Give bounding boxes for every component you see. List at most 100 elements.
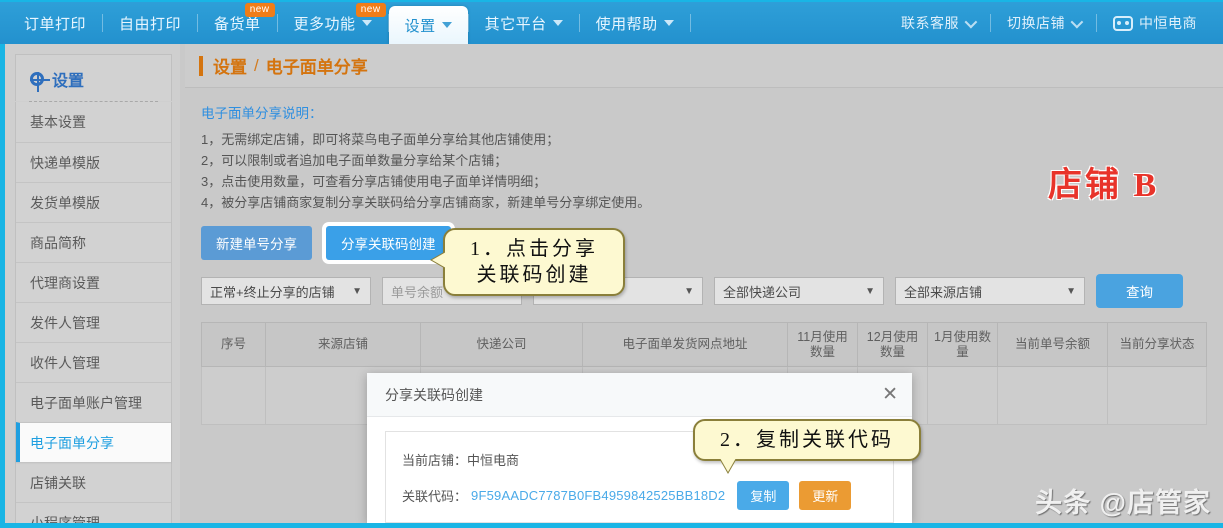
shop-icon (1113, 15, 1133, 31)
callout-step-1-line-1: 1．点击分享 (470, 238, 598, 260)
watermark-brand: 头条 @店管家 (1035, 488, 1211, 518)
table-header-row: 序号 来源店铺 快递公司 电子面单发货网点地址 11月使用数量 12月使用数量 … (201, 322, 1207, 367)
chevron-down-icon (1070, 15, 1084, 28)
breadcrumb-parent[interactable]: 设置 (213, 53, 247, 78)
sidebar-item-receiver-management[interactable]: 收件人管理 (16, 342, 171, 382)
modal-title: 分享关联码创建 (385, 386, 483, 403)
sidebar-header-label: 设置 (52, 73, 85, 90)
chevron-down-icon (964, 15, 978, 28)
table-col-jan-usage[interactable]: 1月使用数量 (927, 322, 998, 367)
close-icon[interactable]: ✕ (882, 385, 898, 404)
gear-icon (30, 72, 50, 92)
breadcrumb-separator: / (254, 55, 259, 75)
app-root: 订单打印 自由打印 备货单 new 更多功能 new 设置 其它平台 使用帮助 … (0, 0, 1223, 528)
association-code-label: 关联代码： (402, 488, 468, 504)
nav-item-label: 自由打印 (119, 15, 182, 33)
nav-item-help[interactable]: 使用帮助 (580, 2, 690, 44)
source-shop-select-value: 全部来源店铺 (904, 284, 983, 300)
sidebar-item-agent-settings[interactable]: 代理商设置 (16, 262, 171, 302)
table-col-share-status[interactable]: 当前分享状态 (1107, 322, 1207, 367)
nav-item-switch-shop[interactable]: 切换店铺 (991, 2, 1096, 44)
watermark-shop-label: 店铺 B (1048, 167, 1160, 204)
nav-item-label: 中恒电商 (1139, 15, 1197, 31)
sidebar-item-shop-association[interactable]: 店铺关联 (16, 462, 171, 502)
callout-step-1-line-2: 关联码创建 (476, 264, 592, 286)
sidebar-menu: 基本设置 快递单模版 发货单模版 商品简称 代理商设置 发件人管理 收件人管理 … (15, 102, 172, 528)
filter-row: 正常+终止分享的店铺 ▼ 单号余额 ▼ 全部快递公司 ▼ 全部来源店铺 ▼ 查询 (201, 274, 1207, 308)
new-badge: new (244, 3, 275, 17)
nav-item-contact-support[interactable]: 联系客服 (885, 2, 990, 44)
table-col-index[interactable]: 序号 (201, 322, 266, 367)
action-button-row: 新建单号分享 分享关联码创建 (201, 226, 1207, 260)
breadcrumb-accent-bar (199, 55, 203, 76)
help-title: 电子面单分享说明： (201, 106, 323, 121)
nav-item-other-platforms[interactable]: 其它平台 (469, 2, 579, 44)
chevron-down-icon: ▼ (865, 285, 875, 297)
nav-item-label: 设置 (404, 17, 436, 35)
current-shop-label: 当前店铺： (402, 452, 468, 468)
sidebar-item-basic-settings[interactable]: 基本设置 (16, 102, 171, 142)
balance-input-placeholder: 单号余额 (391, 284, 444, 300)
nav-separator (689, 14, 691, 32)
nav-item-label: 切换店铺 (1007, 15, 1065, 31)
breadcrumb: 设置 / 电子面单分享 (185, 44, 1223, 88)
association-code-value[interactable]: 9F59AADC7787B0FB4959842525BB18D2 (471, 488, 725, 503)
sidebar-item-ewaybill-share[interactable]: 电子面单分享 (16, 422, 171, 462)
sidebar-item-label: 发件人管理 (30, 314, 100, 331)
copy-button[interactable]: 复制 (737, 480, 790, 510)
sidebar-item-product-alias[interactable]: 商品简称 (16, 222, 171, 262)
nav-item-more-features[interactable]: 更多功能 new (278, 2, 388, 44)
chevron-down-icon (663, 20, 674, 26)
sidebar-item-ewaybill-account[interactable]: 电子面单账户管理 (16, 382, 171, 422)
top-navigation-bar: 订单打印 自由打印 备货单 new 更多功能 new 设置 其它平台 使用帮助 … (0, 0, 1223, 44)
table-header: 序号 来源店铺 快递公司 电子面单发货网点地址 11月使用数量 12月使用数量 … (201, 322, 1207, 367)
sidebar-item-express-template[interactable]: 快递单模版 (16, 142, 171, 182)
table-col-source-shop[interactable]: 来源店铺 (265, 322, 421, 367)
nav-item-label: 联系客服 (901, 15, 959, 31)
sidebar-item-label: 快递单模版 (30, 154, 100, 171)
nav-left-group: 订单打印 自由打印 备货单 new 更多功能 new 设置 其它平台 使用帮助 (0, 2, 691, 44)
sidebar-item-delivery-template[interactable]: 发货单模版 (16, 182, 171, 222)
callout-step-1: 1．点击分享 关联码创建 (443, 228, 625, 296)
nav-item-label: 订单打印 (24, 15, 87, 33)
sidebar-item-label: 电子面单账户管理 (30, 394, 142, 411)
nav-item-free-print[interactable]: 自由打印 (103, 2, 197, 44)
nav-item-order-print[interactable]: 订单打印 (8, 2, 102, 44)
chevron-down-icon: ▼ (352, 285, 362, 297)
table-col-balance[interactable]: 当前单号余额 (997, 322, 1108, 367)
shop-status-select-value: 正常+终止分享的店铺 (210, 284, 335, 300)
sidebar-item-label: 收件人管理 (30, 354, 100, 371)
association-code-row: 关联代码： 9F59AADC7787B0FB4959842525BB18D2 复… (402, 480, 877, 510)
express-company-select[interactable]: 全部快递公司 ▼ (714, 277, 884, 305)
current-shop-value: 中恒电商 (467, 452, 520, 468)
shop-status-select[interactable]: 正常+终止分享的店铺 ▼ (201, 277, 371, 305)
chevron-down-icon: ▼ (684, 285, 694, 297)
bottom-accent-bar (0, 523, 1223, 528)
table-col-express[interactable]: 快递公司 (420, 322, 583, 367)
sidebar-item-sender-management[interactable]: 发件人管理 (16, 302, 171, 342)
callout-step-2-line-1: 2．复制关联代码 (720, 429, 894, 451)
nav-item-label: 更多功能 (293, 15, 356, 33)
nav-item-settings[interactable]: 设置 (388, 6, 468, 44)
chevron-down-icon: ▼ (1066, 285, 1076, 297)
help-line: 1，无需绑定店铺，即可将菜鸟电子面单分享给其他店铺使用； (201, 132, 560, 147)
source-shop-select[interactable]: 全部来源店铺 ▼ (895, 277, 1085, 305)
chevron-down-icon (361, 20, 372, 26)
nav-item-current-shop[interactable]: 中恒电商 (1097, 2, 1213, 44)
nav-item-stock-list[interactable]: 备货单 new (198, 2, 277, 44)
sidebar-item-label: 店铺关联 (30, 474, 86, 491)
table-col-branch-address[interactable]: 电子面单发货网点地址 (582, 322, 788, 367)
table-col-nov-usage[interactable]: 11月使用数量 (787, 322, 858, 367)
new-share-button[interactable]: 新建单号分享 (201, 226, 312, 260)
callout-step-2: 2．复制关联代码 (693, 419, 921, 461)
nav-item-label: 使用帮助 (595, 15, 658, 33)
nav-item-label: 其它平台 (484, 15, 547, 33)
table-col-dec-usage[interactable]: 12月使用数量 (857, 322, 928, 367)
sidebar-item-label: 商品简称 (30, 234, 86, 251)
refresh-code-button[interactable]: 更新 (799, 480, 852, 510)
chevron-down-icon (552, 20, 563, 26)
chevron-down-icon (441, 22, 452, 28)
query-button[interactable]: 查询 (1096, 274, 1183, 308)
modal-header: 分享关联码创建 ✕ (367, 373, 912, 417)
sidebar-item-label: 基本设置 (30, 114, 86, 130)
